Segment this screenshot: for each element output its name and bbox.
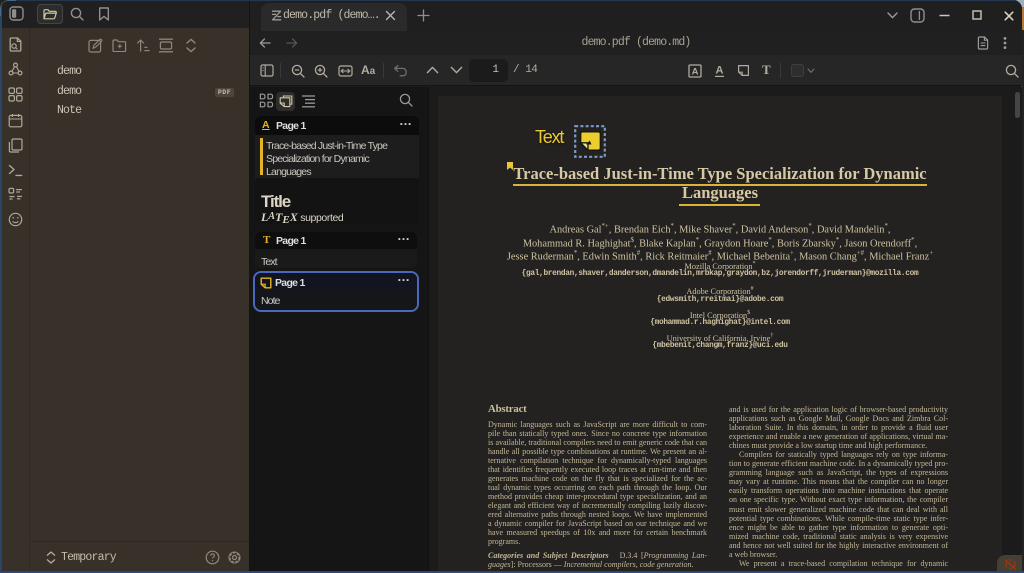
svg-text:A: A — [692, 66, 699, 77]
svg-text:A: A — [716, 65, 724, 77]
